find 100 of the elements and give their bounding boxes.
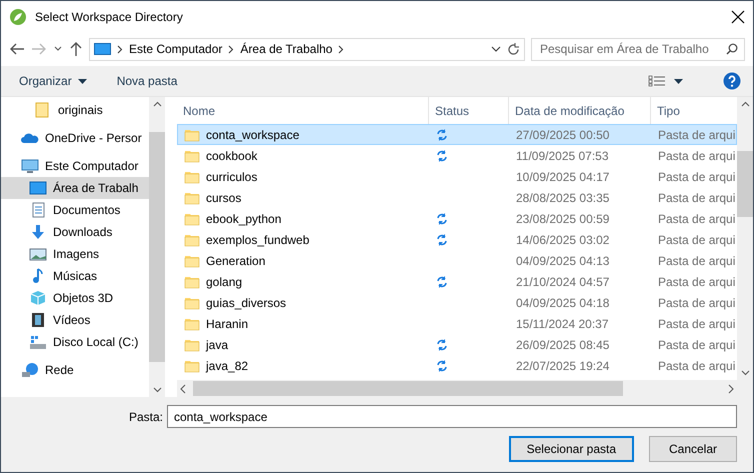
file-list-scrollbar[interactable] [737, 97, 753, 380]
modified-date: 04/09/2025 04:13 [516, 254, 610, 268]
sync-icon [436, 212, 448, 224]
file-name: java [206, 338, 228, 352]
file-row[interactable]: exemplos_fundweb 14/06/2025 03:02 Pasta de arqui [177, 229, 737, 250]
desktop-icon [29, 180, 47, 196]
file-name: golang [206, 274, 242, 288]
drive-icon [29, 334, 47, 350]
help-button[interactable] [723, 72, 741, 90]
file-row[interactable]: ebook_python 23/08/2025 00:59 Pasta de arqui [177, 208, 737, 229]
modified-date: 04/09/2025 04:18 [516, 296, 610, 310]
folder-input-field[interactable]: conta_workspace [167, 405, 737, 428]
scrollbar-thumb[interactable] [193, 381, 623, 396]
file-type: Pasta de arqui [658, 190, 736, 204]
download-arrow-icon [29, 224, 47, 240]
search-field[interactable]: Pesquisar em Área de Trabalho [531, 38, 745, 60]
address-bar[interactable]: Este Computador Área de Trabalho [89, 38, 525, 60]
file-type: Pasta de arqui [658, 254, 736, 268]
navigation-item[interactable]: originais [1, 99, 149, 121]
back-button[interactable] [9, 42, 25, 56]
modified-date: 23/08/2025 00:59 [516, 212, 610, 226]
file-row[interactable]: cookbook 11/09/2025 07:53 Pasta de arqui [177, 145, 737, 166]
file-row[interactable]: Generation 04/09/2025 04:13 Pasta de arqui [177, 250, 737, 271]
modified-date: 11/09/2025 07:53 [516, 148, 609, 162]
sidebar-scrollbar[interactable] [149, 97, 165, 397]
scrollbar-thumb[interactable] [149, 132, 165, 362]
navigation-item[interactable]: Vídeos [1, 309, 149, 331]
navigation-item[interactable]: Documentos [1, 199, 149, 221]
file-type: Pasta de arqui [658, 338, 736, 352]
up-button[interactable] [69, 41, 83, 57]
file-row[interactable]: conta_workspace 27/09/2025 00:50 Pasta de arqui [177, 124, 737, 145]
file-type: Pasta de arqui [658, 232, 736, 246]
file-row[interactable]: curriculos 10/09/2025 04:17 Pasta de arqui [177, 166, 737, 187]
file-name: Haranin [206, 316, 248, 330]
file-name: conta_workspace [206, 128, 300, 142]
navigation-item[interactable]: Disco Local (C:) [1, 331, 149, 353]
chevron-down-icon[interactable] [491, 46, 501, 52]
file-type: Pasta de arqui [658, 212, 736, 226]
leaf-logo-icon [9, 8, 27, 26]
close-button[interactable] [731, 10, 745, 24]
file-type: Pasta de arqui [658, 170, 736, 184]
navigation-item[interactable]: Objetos 3D [1, 287, 149, 309]
list-view-icon [648, 75, 666, 87]
file-row[interactable]: java 26/09/2025 08:45 Pasta de arqui [177, 334, 737, 355]
modified-date: 28/08/2025 03:35 [516, 190, 610, 204]
navigation-item[interactable]: Downloads [1, 221, 149, 243]
file-type: Pasta de arqui [658, 358, 736, 372]
file-type: Pasta de arqui [658, 128, 736, 142]
file-row[interactable]: golang 21/10/2024 04:57 Pasta de arqui [177, 271, 737, 292]
navigation-item[interactable]: OneDrive - Persor [1, 127, 149, 149]
caret-down-icon [78, 78, 87, 84]
file-row[interactable]: guias_diversos 04/09/2025 04:18 Pasta de arqui [177, 292, 737, 313]
breadcrumb-item[interactable]: Este Computador [129, 42, 222, 56]
file-name: cookbook [206, 148, 258, 162]
search-icon [726, 43, 738, 55]
file-name: Generation [206, 254, 266, 268]
file-type: Pasta de arqui [658, 316, 736, 330]
file-name: curriculos [206, 170, 258, 184]
sync-icon [436, 150, 448, 162]
modified-date: 14/06/2025 03:02 [516, 232, 610, 246]
file-type: Pasta de arqui [658, 274, 736, 288]
file-name: java_82 [206, 358, 248, 372]
modified-date: 21/10/2024 04:57 [516, 274, 610, 288]
file-row[interactable]: Haranin 15/11/2024 20:37 Pasta de arqui [177, 313, 737, 334]
monitor-icon [21, 158, 39, 174]
cancel-button[interactable]: Cancelar [649, 436, 737, 462]
network-icon [21, 362, 39, 378]
new-folder-button[interactable]: Nova pasta [116, 74, 178, 88]
file-row[interactable]: cursos 28/08/2025 03:35 Pasta de arqui [177, 187, 737, 208]
select-folder-button[interactable]: Selecionar pasta [508, 436, 634, 462]
recent-dropdown-button[interactable] [53, 45, 63, 53]
caret-down-icon [674, 78, 683, 84]
sync-icon [436, 234, 448, 246]
navigation-item[interactable]: Imagens [1, 243, 149, 265]
film-icon [29, 312, 47, 328]
refresh-icon[interactable] [507, 42, 520, 56]
file-row[interactable]: java_82 22/07/2025 19:24 Pasta de arqui [177, 355, 737, 376]
horizontal-scrollbar[interactable] [177, 380, 753, 397]
cube-icon [29, 290, 47, 306]
scrollbar-thumb[interactable] [737, 151, 753, 217]
sync-icon [436, 338, 448, 350]
navigation-item[interactable]: Este Computador [1, 155, 149, 177]
organize-menu-button[interactable]: Organizar [19, 74, 87, 88]
navigation-item[interactable]: Rede [1, 359, 149, 381]
window-title: Select Workspace Directory [35, 10, 184, 24]
sync-icon [436, 128, 448, 140]
folder-label: Pasta: [128, 410, 163, 424]
sync-icon [436, 276, 448, 288]
navigation-item[interactable]: Músicas [1, 265, 149, 287]
navigation-item[interactable]: Área de Trabalh [1, 177, 149, 199]
image-icon [29, 246, 47, 262]
modified-date: 27/09/2025 00:50 [516, 128, 610, 142]
modified-date: 26/09/2025 08:45 [516, 338, 610, 352]
view-options-button[interactable] [648, 75, 683, 87]
chevron-right-icon [338, 44, 344, 54]
chevron-right-icon [228, 44, 234, 54]
modified-date: 15/11/2024 20:37 [516, 316, 609, 330]
modified-date: 10/09/2025 04:17 [516, 170, 610, 184]
breadcrumb-item[interactable]: Área de Trabalho [240, 42, 332, 56]
file-type: Pasta de arqui [658, 296, 736, 310]
